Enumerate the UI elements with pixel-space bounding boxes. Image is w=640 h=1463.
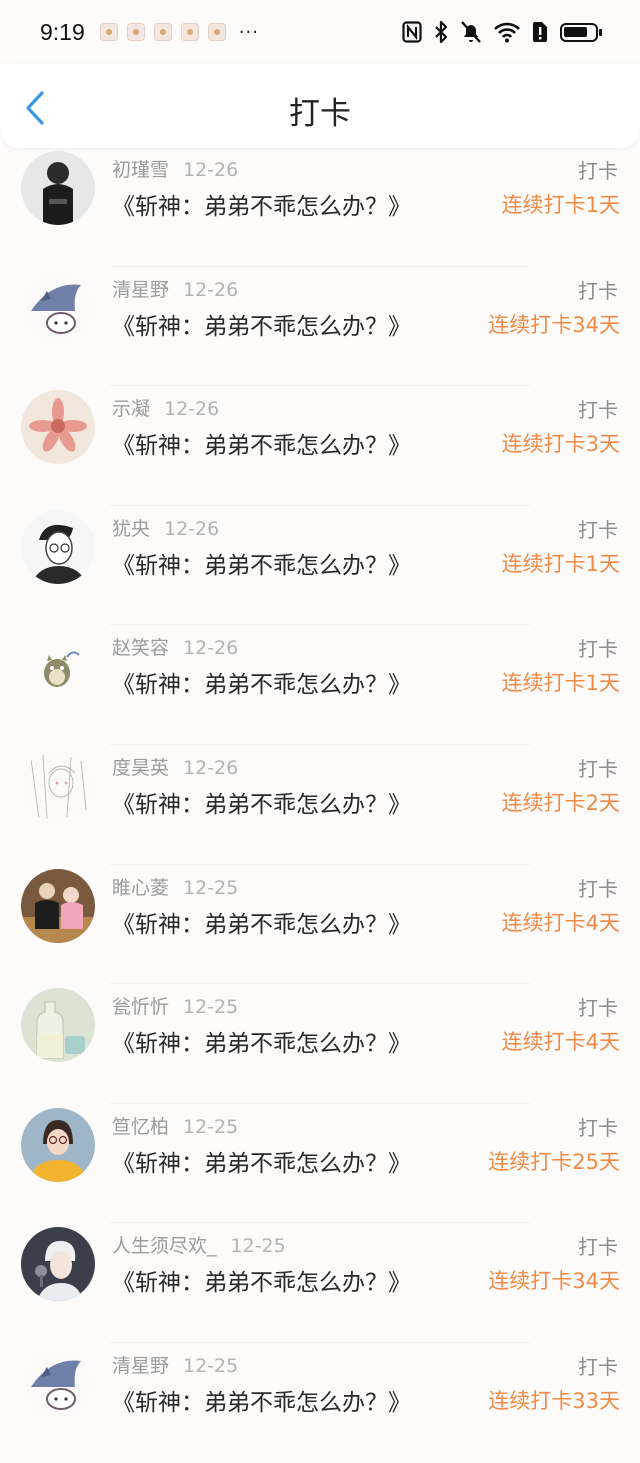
username: 初瑾雪 12-26 [112, 159, 239, 181]
checkin-date: 12-25 [230, 1235, 286, 1258]
page-title: 打卡 [289, 96, 351, 132]
username: 度昊英 12-26 [112, 756, 239, 779]
streak-label: 连续打卡4天 [501, 1030, 620, 1055]
action-label: 打卡 [578, 756, 618, 781]
book-title: 《斩神：弟弟不乖怎么办？》 [112, 313, 411, 340]
streak-label: 连续打卡1天 [501, 671, 620, 696]
action-label: 打卡 [578, 996, 618, 1021]
streak-label: 连续打卡1天 [501, 193, 620, 217]
username: 犹央 12-26 [112, 517, 220, 540]
checkin-date: 12-26 [183, 278, 239, 301]
list-item[interactable]: 人生须尽欢_ 12-25 《斩神：弟弟不乖怎么办？》 打卡 连续打卡34天 [0, 1223, 640, 1343]
avatar[interactable] [21, 988, 95, 1063]
streak-label: 连续打卡3天 [501, 432, 620, 457]
status-left: 9:19 ··· [40, 19, 259, 46]
book-title: 《斩神：弟弟不乖怎么办？》 [112, 1270, 411, 1297]
list-item[interactable]: 赵笑容 12-26 《斩神：弟弟不乖怎么办？》 打卡 连续打卡1天 [0, 625, 640, 745]
action-label: 打卡 [578, 637, 618, 662]
avatar[interactable] [21, 509, 95, 584]
mute-bell-icon [461, 21, 481, 43]
username: 瓮忻忻 12-25 [112, 996, 239, 1019]
list-item[interactable]: 示凝 12-26 《斩神：弟弟不乖怎么办？》 打卡 连续打卡3天 [0, 386, 640, 506]
notification-icon [153, 23, 172, 41]
username: 笪忆柏 12-25 [112, 1115, 239, 1138]
streak-label: 连续打卡25天 [488, 1149, 620, 1174]
nfc-icon [402, 21, 422, 43]
notification-icon [207, 23, 226, 41]
list-item[interactable]: 初瑾雪 12-26 《斩神：弟弟不乖怎么办？》 打卡 连续打卡1天 [0, 147, 640, 267]
checkin-date: 12-25 [183, 876, 239, 899]
notification-icon [99, 23, 118, 41]
list-item[interactable]: 犹央 12-26 《斩神：弟弟不乖怎么办？》 打卡 连续打卡1天 [0, 506, 640, 626]
list-item[interactable]: 度昊英 12-26 《斩神：弟弟不乖怎么办？》 打卡 连续打卡2天 [0, 745, 640, 865]
avatar[interactable] [21, 390, 95, 465]
avatar[interactable] [21, 1107, 95, 1182]
book-title: 《斩神：弟弟不乖怎么办？》 [112, 194, 411, 220]
streak-label: 连续打卡34天 [488, 1269, 620, 1294]
action-label: 打卡 [578, 1235, 618, 1260]
checkin-date: 12-26 [164, 398, 220, 421]
action-label: 打卡 [578, 278, 618, 303]
username: 睢心菱 12-25 [112, 876, 239, 899]
more-notifications: ··· [238, 21, 259, 43]
list-item[interactable]: 睢心菱 12-25 《斩神：弟弟不乖怎么办？》 打卡 连续打卡4天 [0, 865, 640, 985]
streak-label: 连续打卡4天 [501, 910, 620, 935]
notification-icon [180, 23, 199, 41]
action-label: 打卡 [578, 1115, 618, 1140]
action-label: 打卡 [578, 159, 618, 183]
streak-label: 连续打卡33天 [488, 1388, 620, 1413]
status-right [402, 20, 602, 44]
checkin-date: 12-26 [183, 637, 239, 660]
book-title: 《斩神：弟弟不乖怎么办？》 [112, 1389, 411, 1416]
checkin-list: 初瑾雪 12-26 《斩神：弟弟不乖怎么办？》 打卡 连续打卡1天 清星野 12-2… [0, 147, 640, 1463]
list-item[interactable]: 清星野 12-25 《斩神：弟弟不乖怎么办？》 打卡 连续打卡33天 [0, 1343, 640, 1463]
checkin-date: 12-26 [183, 756, 239, 779]
wifi-icon [494, 22, 520, 43]
username: 人生须尽欢_ 12-25 [112, 1235, 286, 1258]
username: 示凝 12-26 [112, 398, 220, 421]
checkin-date: 12-25 [183, 1354, 239, 1377]
status-bar: 9:19 ··· [0, 0, 640, 64]
book-title: 《斩神：弟弟不乖怎么办？》 [112, 911, 411, 938]
book-title: 《斩神：弟弟不乖怎么办？》 [112, 672, 411, 699]
username: 赵笑容 12-26 [112, 637, 239, 660]
checkin-date: 12-26 [183, 159, 239, 181]
bluetooth-icon [435, 20, 448, 44]
avatar[interactable] [21, 1346, 95, 1421]
username: 清星野 12-26 [112, 278, 239, 301]
streak-label: 连续打卡1天 [501, 551, 620, 576]
avatar[interactable] [21, 629, 95, 704]
nav-bar: 打卡 [0, 64, 640, 148]
battery-icon [560, 22, 602, 42]
avatar[interactable] [21, 270, 95, 345]
action-label: 打卡 [578, 398, 618, 423]
book-title: 《斩神：弟弟不乖怎么办？》 [112, 552, 411, 579]
avatar[interactable] [21, 151, 95, 225]
notification-icon [126, 23, 145, 41]
book-title: 《斩神：弟弟不乖怎么办？》 [112, 791, 411, 818]
book-title: 《斩神：弟弟不乖怎么办？》 [112, 433, 411, 460]
sim-alert-icon [533, 22, 547, 42]
action-label: 打卡 [578, 1354, 618, 1379]
streak-label: 连续打卡34天 [488, 312, 620, 337]
action-label: 打卡 [578, 517, 618, 542]
list-item[interactable]: 清星野 12-26 《斩神：弟弟不乖怎么办？》 打卡 连续打卡34天 [0, 267, 640, 387]
book-title: 《斩神：弟弟不乖怎么办？》 [112, 1150, 411, 1177]
streak-label: 连续打卡2天 [501, 790, 620, 815]
checkin-date: 12-25 [183, 996, 239, 1019]
checkin-date: 12-26 [164, 517, 220, 540]
list-item[interactable]: 瓮忻忻 12-25 《斩神：弟弟不乖怎么办？》 打卡 连续打卡4天 [0, 984, 640, 1104]
book-title: 《斩神：弟弟不乖怎么办？》 [112, 1031, 411, 1058]
checkin-date: 12-25 [183, 1115, 239, 1138]
avatar[interactable] [21, 748, 95, 823]
action-label: 打卡 [578, 876, 618, 901]
list-item[interactable]: 笪忆柏 12-25 《斩神：弟弟不乖怎么办？》 打卡 连续打卡25天 [0, 1104, 640, 1224]
avatar[interactable] [21, 1227, 95, 1302]
clock: 9:19 [40, 18, 85, 45]
username: 清星野 12-25 [112, 1354, 239, 1377]
avatar[interactable] [21, 868, 95, 943]
